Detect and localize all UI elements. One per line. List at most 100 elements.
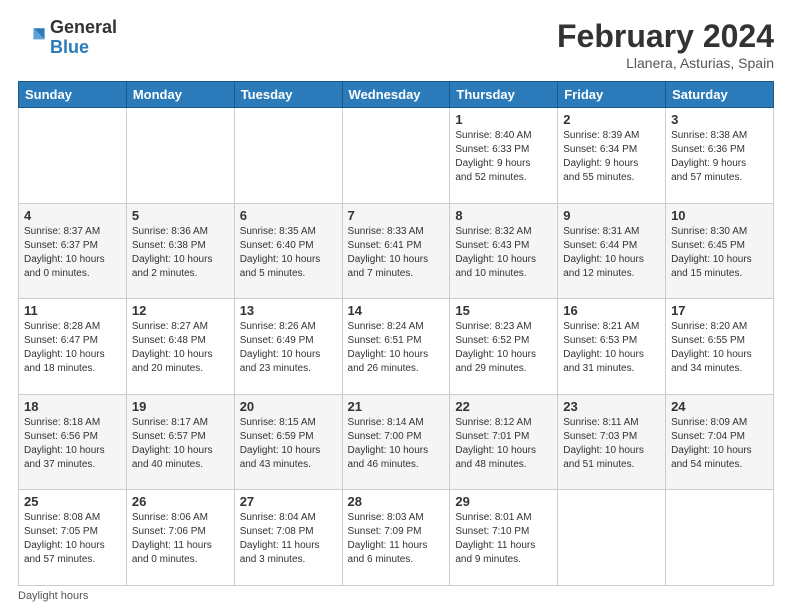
day-info: Sunrise: 8:15 AM Sunset: 6:59 PM Dayligh… [240,416,337,472]
day-info: Sunrise: 8:12 AM Sunset: 7:01 PM Dayligh… [455,416,552,472]
day-number: 4 [24,208,121,223]
calendar-cell: 27 Sunrise: 8:04 AM Sunset: 7:08 PM Dayli… [234,490,342,586]
calendar-cell: 9 Sunrise: 8:31 AM Sunset: 6:44 PM Daylig… [558,203,666,299]
calendar-cell: 8 Sunrise: 8:32 AM Sunset: 6:43 PM Daylig… [450,203,558,299]
calendar-cell: 17Sunrise: 8:20 AM Sunset: 6:55 PM Dayli… [666,299,774,395]
day-info: Sunrise: 8:39 AM Sunset: 6:34 PM Dayligh… [563,129,660,185]
calendar-week-row: 4 Sunrise: 8:37 AM Sunset: 6:37 PM Daylig… [19,203,774,299]
day-number: 22 [455,399,552,414]
day-number: 28 [348,494,445,509]
day-number: 11 [24,303,121,318]
calendar-cell: 25 Sunrise: 8:08 AM Sunset: 7:05 PM Dayli… [19,490,127,586]
calendar-cell: 20 Sunrise: 8:15 AM Sunset: 6:59 PM Dayli… [234,394,342,490]
calendar-cell: 13 Sunrise: 8:26 AM Sunset: 6:49 PM Dayli… [234,299,342,395]
calendar-cell: 28Sunrise: 8:03 AM Sunset: 7:09 PM Dayli… [342,490,450,586]
day-info: Sunrise: 8:33 AM Sunset: 6:41 PM Dayligh… [348,225,445,281]
day-number: 8 [455,208,552,223]
col-header-sunday: Sunday [19,82,127,108]
calendar-week-row: 25 Sunrise: 8:08 AM Sunset: 7:05 PM Dayli… [19,490,774,586]
day-number: 5 [132,208,229,223]
col-header-wednesday: Wednesday [342,82,450,108]
day-info: Sunrise: 8:38 AM Sunset: 6:36 PM Dayligh… [671,129,768,185]
month-title: February 2024 [557,18,774,55]
day-number: 16 [563,303,660,318]
calendar-cell: 18 Sunrise: 8:18 AM Sunset: 6:56 PM Dayli… [19,394,127,490]
col-header-saturday: Saturday [666,82,774,108]
calendar-cell: 2 Sunrise: 8:39 AM Sunset: 6:34 PM Daylig… [558,108,666,204]
calendar-week-row: 11Sunrise: 8:28 AM Sunset: 6:47 PM Dayli… [19,299,774,395]
calendar-cell: 15Sunrise: 8:23 AM Sunset: 6:52 PM Dayli… [450,299,558,395]
col-header-monday: Monday [126,82,234,108]
page: General Blue February 2024 Llanera, Astu… [0,0,792,612]
day-info: Sunrise: 8:14 AM Sunset: 7:00 PM Dayligh… [348,416,445,472]
footer-note: Daylight hours [18,590,774,602]
calendar-cell: 22 Sunrise: 8:12 AM Sunset: 7:01 PM Dayli… [450,394,558,490]
logo-icon [18,24,46,52]
calendar-cell: 26 Sunrise: 8:06 AM Sunset: 7:06 PM Dayli… [126,490,234,586]
day-number: 14 [348,303,445,318]
day-info: Sunrise: 8:35 AM Sunset: 6:40 PM Dayligh… [240,225,337,281]
calendar-cell [234,108,342,204]
calendar-cell [126,108,234,204]
day-info: Sunrise: 8:01 AM Sunset: 7:10 PM Dayligh… [455,511,552,567]
day-info: Sunrise: 8:04 AM Sunset: 7:08 PM Dayligh… [240,511,337,567]
calendar-cell [558,490,666,586]
day-number: 21 [348,399,445,414]
calendar-cell: 11Sunrise: 8:28 AM Sunset: 6:47 PM Dayli… [19,299,127,395]
day-info: Sunrise: 8:24 AM Sunset: 6:51 PM Dayligh… [348,320,445,376]
day-number: 20 [240,399,337,414]
day-number: 2 [563,112,660,127]
calendar-cell: 16 Sunrise: 8:21 AM Sunset: 6:53 PM Dayli… [558,299,666,395]
day-number: 23 [563,399,660,414]
day-info: Sunrise: 8:40 AM Sunset: 6:33 PM Dayligh… [455,129,552,185]
day-number: 26 [132,494,229,509]
calendar-cell [666,490,774,586]
day-info: Sunrise: 8:37 AM Sunset: 6:37 PM Dayligh… [24,225,121,281]
day-info: Sunrise: 8:08 AM Sunset: 7:05 PM Dayligh… [24,511,121,567]
day-info: Sunrise: 8:31 AM Sunset: 6:44 PM Dayligh… [563,225,660,281]
logo: General Blue [18,18,117,58]
day-number: 27 [240,494,337,509]
calendar-cell: 29 Sunrise: 8:01 AM Sunset: 7:10 PM Dayli… [450,490,558,586]
day-info: Sunrise: 8:20 AM Sunset: 6:55 PM Dayligh… [671,320,768,376]
calendar-cell: 10Sunrise: 8:30 AM Sunset: 6:45 PM Dayli… [666,203,774,299]
day-number: 25 [24,494,121,509]
day-number: 18 [24,399,121,414]
day-info: Sunrise: 8:36 AM Sunset: 6:38 PM Dayligh… [132,225,229,281]
day-info: Sunrise: 8:21 AM Sunset: 6:53 PM Dayligh… [563,320,660,376]
calendar-cell: 5 Sunrise: 8:36 AM Sunset: 6:38 PM Daylig… [126,203,234,299]
day-info: Sunrise: 8:26 AM Sunset: 6:49 PM Dayligh… [240,320,337,376]
logo-text: General Blue [50,18,117,58]
day-number: 3 [671,112,768,127]
calendar-cell: 12Sunrise: 8:27 AM Sunset: 6:48 PM Dayli… [126,299,234,395]
calendar-week-row: 1Sunrise: 8:40 AM Sunset: 6:33 PM Daylig… [19,108,774,204]
logo-general-text: General [50,18,117,38]
day-number: 19 [132,399,229,414]
calendar-cell: 6Sunrise: 8:35 AM Sunset: 6:40 PM Daylig… [234,203,342,299]
calendar-cell: 21 Sunrise: 8:14 AM Sunset: 7:00 PM Dayli… [342,394,450,490]
day-number: 24 [671,399,768,414]
calendar-cell: 24Sunrise: 8:09 AM Sunset: 7:04 PM Dayli… [666,394,774,490]
calendar-table: SundayMondayTuesdayWednesdayThursdayFrid… [18,81,774,586]
day-info: Sunrise: 8:17 AM Sunset: 6:57 PM Dayligh… [132,416,229,472]
calendar-cell: 7Sunrise: 8:33 AM Sunset: 6:41 PM Daylig… [342,203,450,299]
calendar-cell [19,108,127,204]
day-info: Sunrise: 8:18 AM Sunset: 6:56 PM Dayligh… [24,416,121,472]
calendar-cell [342,108,450,204]
day-number: 29 [455,494,552,509]
day-number: 13 [240,303,337,318]
day-number: 9 [563,208,660,223]
day-info: Sunrise: 8:27 AM Sunset: 6:48 PM Dayligh… [132,320,229,376]
calendar-cell: 14 Sunrise: 8:24 AM Sunset: 6:51 PM Dayli… [342,299,450,395]
day-info: Sunrise: 8:23 AM Sunset: 6:52 PM Dayligh… [455,320,552,376]
day-info: Sunrise: 8:06 AM Sunset: 7:06 PM Dayligh… [132,511,229,567]
day-info: Sunrise: 8:30 AM Sunset: 6:45 PM Dayligh… [671,225,768,281]
day-info: Sunrise: 8:11 AM Sunset: 7:03 PM Dayligh… [563,416,660,472]
calendar-cell: 23 Sunrise: 8:11 AM Sunset: 7:03 PM Dayli… [558,394,666,490]
title-block: February 2024 Llanera, Asturias, Spain [557,18,774,71]
calendar-header-row: SundayMondayTuesdayWednesdayThursdayFrid… [19,82,774,108]
calendar-cell: 3 Sunrise: 8:38 AM Sunset: 6:36 PM Daylig… [666,108,774,204]
day-info: Sunrise: 8:32 AM Sunset: 6:43 PM Dayligh… [455,225,552,281]
col-header-tuesday: Tuesday [234,82,342,108]
location: Llanera, Asturias, Spain [557,55,774,71]
